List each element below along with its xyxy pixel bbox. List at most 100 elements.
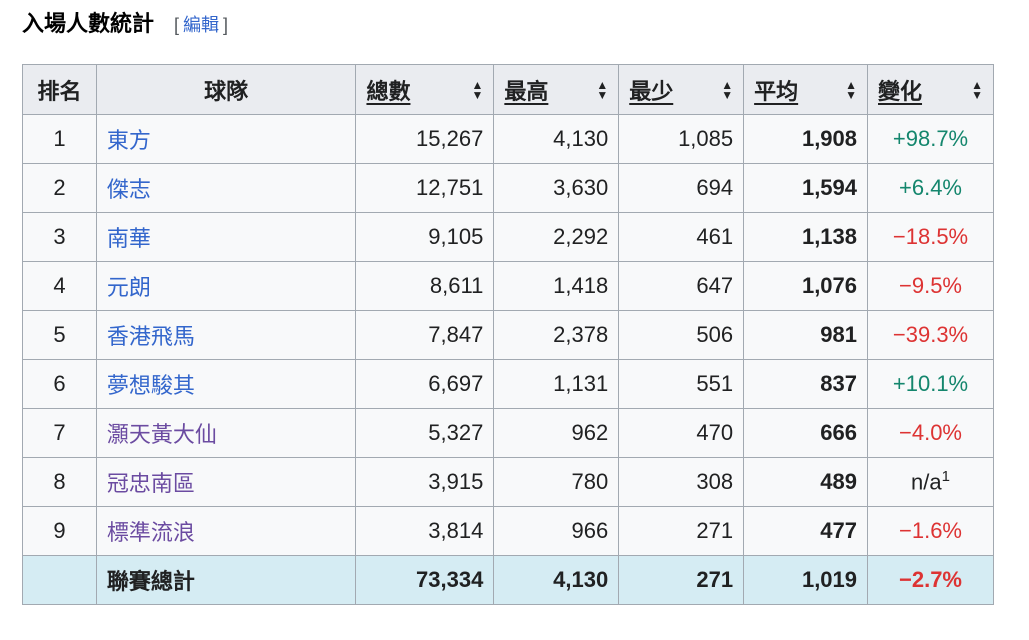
table-row: 1 東方 15,267 4,130 1,085 1,908 +98.7% <box>22 114 994 164</box>
col-header-avg[interactable]: 平均 ▲ ▼ <box>743 64 869 115</box>
table-row: 9 標準流浪 3,814 966 271 477 −1.6% <box>22 506 994 556</box>
change-cell: −18.5% <box>867 212 994 262</box>
team-link[interactable]: 標準流浪 <box>107 520 195 545</box>
table-row: 6 夢想駿其 6,697 1,131 551 837 +10.1% <box>22 359 994 409</box>
low-cell: 461 <box>618 212 745 262</box>
change-cell: +10.1% <box>867 359 994 409</box>
total-cell: 3,915 <box>355 457 495 507</box>
high-cell: 4,130 <box>493 555 620 605</box>
edit-link[interactable]: 編輯 <box>179 15 223 35</box>
total-cell: 8,611 <box>355 261 495 311</box>
table-row: 3 南華 9,105 2,292 461 1,138 −18.5% <box>22 212 994 262</box>
col-header-change[interactable]: 變化 ▲ ▼ <box>867 64 994 115</box>
team-cell: 夢想駿其 <box>95 359 357 409</box>
col-header-high[interactable]: 最高 ▲ ▼ <box>493 64 620 115</box>
change-cell: −9.5% <box>867 261 994 311</box>
team-link[interactable]: 冠忠南區 <box>107 471 195 496</box>
team-link[interactable]: 東方 <box>107 128 151 153</box>
rank-cell: 7 <box>22 408 97 458</box>
low-cell: 271 <box>618 506 745 556</box>
rank-cell: 4 <box>22 261 97 311</box>
rank-cell: 9 <box>22 506 97 556</box>
change-cell: −1.6% <box>867 506 994 556</box>
avg-cell: 1,594 <box>743 163 869 213</box>
high-cell: 1,131 <box>493 359 620 409</box>
avg-cell: 1,076 <box>743 261 869 311</box>
total-cell: 15,267 <box>355 114 495 164</box>
total-cell: 73,334 <box>355 555 495 605</box>
attendance-table: 排名 球隊 總數 ▲ ▼ 最高 ▲ ▼ 最少 ▲ ▼ 平均 ▲ ▼ 變化 ▲ ▼ 1 東方 15,2… <box>22 64 994 605</box>
sort-icon[interactable]: ▲ ▼ <box>721 79 733 101</box>
team-link[interactable]: 南華 <box>107 226 151 251</box>
change-cell: −4.0% <box>867 408 994 458</box>
col-header-rank: 排名 <box>22 64 97 115</box>
high-cell: 2,378 <box>493 310 620 360</box>
high-cell: 2,292 <box>493 212 620 262</box>
team-cell: 南華 <box>95 212 357 262</box>
sort-icon[interactable]: ▲ ▼ <box>845 79 857 101</box>
sort-icon[interactable]: ▲ ▼ <box>471 79 483 101</box>
total-cell: 6,697 <box>355 359 495 409</box>
high-cell: 4,130 <box>493 114 620 164</box>
team-cell: 傑志 <box>95 163 357 213</box>
team-cell: 灝天黃大仙 <box>95 408 357 458</box>
edit-section: [編輯] <box>174 15 229 35</box>
section-title: 入場人數統計 <box>22 11 155 36</box>
high-cell: 966 <box>493 506 620 556</box>
rank-cell: 3 <box>22 212 97 262</box>
table-row: 7 灝天黃大仙 5,327 962 470 666 −4.0% <box>22 408 994 458</box>
low-cell: 647 <box>618 261 745 311</box>
team-link[interactable]: 傑志 <box>107 177 151 202</box>
avg-cell: 489 <box>743 457 869 507</box>
rank-cell: 1 <box>22 114 97 164</box>
high-cell: 1,418 <box>493 261 620 311</box>
team-link[interactable]: 灝天黃大仙 <box>107 422 217 447</box>
rank-cell: 8 <box>22 457 97 507</box>
footnote-ref[interactable]: 1 <box>942 468 950 485</box>
rank-cell: 6 <box>22 359 97 409</box>
sort-icon[interactable]: ▲ ▼ <box>596 79 608 101</box>
low-cell: 551 <box>618 359 745 409</box>
avg-cell: 477 <box>743 506 869 556</box>
total-cell: 7,847 <box>355 310 495 360</box>
avg-cell: 981 <box>743 310 869 360</box>
change-cell: +98.7% <box>867 114 994 164</box>
table-row: 4 元朗 8,611 1,418 647 1,076 −9.5% <box>22 261 994 311</box>
col-header-low[interactable]: 最少 ▲ ▼ <box>618 64 745 115</box>
change-cell: −2.7% <box>867 555 994 605</box>
total-cell: 12,751 <box>355 163 495 213</box>
total-cell: 9,105 <box>355 212 495 262</box>
sort-icon[interactable]: ▲ ▼ <box>971 79 983 101</box>
table-row: 5 香港飛馬 7,847 2,378 506 981 −39.3% <box>22 310 994 360</box>
avg-cell: 837 <box>743 359 869 409</box>
rank-cell: 2 <box>22 163 97 213</box>
team-link[interactable]: 夢想駿其 <box>107 373 195 398</box>
col-header-total[interactable]: 總數 ▲ ▼ <box>355 64 495 115</box>
high-cell: 3,630 <box>493 163 620 213</box>
avg-cell: 666 <box>743 408 869 458</box>
section-heading: 入場人數統計 [編輯] <box>22 6 228 38</box>
rank-cell <box>22 555 97 605</box>
col-header-team: 球隊 <box>95 64 357 115</box>
header-row: 排名 球隊 總數 ▲ ▼ 最高 ▲ ▼ 最少 ▲ ▼ 平均 ▲ ▼ 變化 ▲ ▼ <box>22 64 994 115</box>
low-cell: 694 <box>618 163 745 213</box>
change-cell: +6.4% <box>867 163 994 213</box>
table-row: 8 冠忠南區 3,915 780 308 489 n/a1 <box>22 457 994 507</box>
avg-cell: 1,908 <box>743 114 869 164</box>
total-cell: 5,327 <box>355 408 495 458</box>
team-cell: 標準流浪 <box>95 506 357 556</box>
team-link[interactable]: 元朗 <box>107 275 151 300</box>
low-cell: 271 <box>618 555 745 605</box>
team-cell: 冠忠南區 <box>95 457 357 507</box>
team-link[interactable]: 香港飛馬 <box>107 324 195 349</box>
change-cell: n/a1 <box>867 457 994 507</box>
high-cell: 780 <box>493 457 620 507</box>
team-cell: 香港飛馬 <box>95 310 357 360</box>
low-cell: 1,085 <box>618 114 745 164</box>
high-cell: 962 <box>493 408 620 458</box>
avg-cell: 1,138 <box>743 212 869 262</box>
low-cell: 506 <box>618 310 745 360</box>
total-cell: 3,814 <box>355 506 495 556</box>
avg-cell: 1,019 <box>743 555 869 605</box>
team-cell: 東方 <box>95 114 357 164</box>
